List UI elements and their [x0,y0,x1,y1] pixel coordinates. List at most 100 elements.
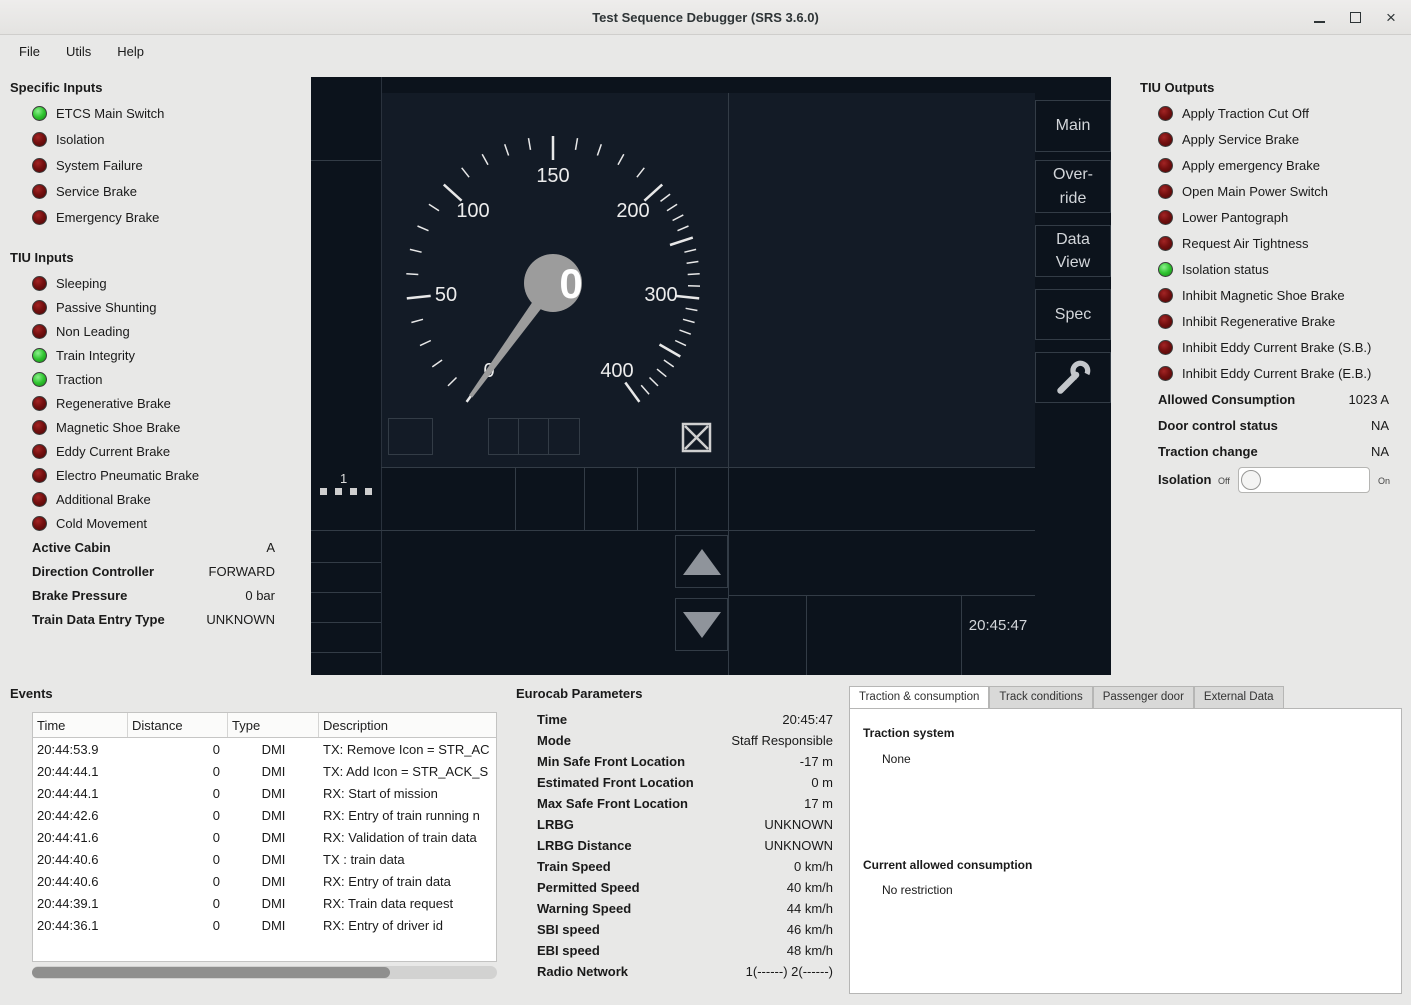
led-label: Magnetic Shoe Brake [56,420,180,435]
input-row[interactable]: Magnetic Shoe Brake [32,417,180,437]
input-row[interactable]: Electro Pneumatic Brake [32,465,199,485]
input-row[interactable]: Passive Shunting [32,297,156,317]
input-row[interactable]: System Failure [32,155,143,175]
input-row[interactable]: Isolation [32,129,104,149]
input-row[interactable]: Additional Brake [32,489,151,509]
field-value: FORWARD [209,564,275,579]
field-row-active-cabin: Active CabinA [32,537,275,557]
input-row[interactable]: Emergency Brake [32,207,159,227]
input-row[interactable]: Eddy Current Brake [32,441,170,461]
eurocab-row: Time20:45:47 [537,709,833,730]
param-label: EBI speed [537,943,600,958]
isolation-switch[interactable] [1238,467,1370,493]
led-label: Inhibit Magnetic Shoe Brake [1182,288,1345,303]
input-row[interactable]: Sleeping [32,273,107,293]
menu-file[interactable]: File [10,40,49,63]
event-row[interactable]: 20:44:40.60DMIRX: Entry of train data [33,870,496,892]
event-distance: 0 [128,808,228,823]
led-label: Apply Traction Cut Off [1182,106,1309,121]
event-row[interactable]: 20:44:39.10DMIRX: Train data request [33,892,496,914]
input-row[interactable]: Train Integrity [32,345,135,365]
field-value: 0 bar [245,588,275,603]
dmi-button-settings[interactable] [1035,352,1111,403]
dmi-grid-line [381,467,1035,468]
scrollbar-thumb[interactable] [32,967,390,978]
field-value: UNKNOWN [206,612,275,627]
column-header-distance[interactable]: Distance [128,713,228,737]
event-row[interactable]: 20:44:42.60DMIRX: Entry of train running… [33,804,496,826]
column-header-time[interactable]: Time [33,713,128,737]
led-label: Request Air Tightness [1182,236,1308,251]
events-horizontal-scrollbar[interactable] [32,966,497,979]
eurocab-row: Radio Network1(------) 2(------) [537,961,833,982]
level-indicator-square [350,488,357,495]
eurocab-row: EBI speed48 km/h [537,940,833,961]
menu-utils[interactable]: Utils [57,40,100,63]
close-button[interactable]: × [1379,6,1403,30]
dmi-button-override[interactable]: Over- ride [1035,160,1111,213]
event-type: DMI [228,874,319,889]
led-indicator [32,468,47,483]
event-row[interactable]: 20:44:44.10DMITX: Add Icon = STR_ACK_S [33,760,496,782]
param-value: 40 km/h [787,880,833,895]
event-row[interactable]: 20:44:53.90DMITX: Remove Icon = STR_AC [33,738,496,760]
param-label: Estimated Front Location [537,775,694,790]
led-indicator [1158,314,1173,329]
tab-track-conditions[interactable]: Track conditions [989,686,1092,708]
maximize-icon [1350,12,1361,23]
event-row[interactable]: 20:44:44.10DMIRX: Start of mission [33,782,496,804]
arrow-up-icon [683,549,721,575]
event-time: 20:44:39.1 [33,896,128,911]
event-description: TX: Add Icon = STR_ACK_S [319,764,492,779]
menu-help[interactable]: Help [108,40,153,63]
tab-passenger-door[interactable]: Passenger door [1093,686,1194,708]
event-description: TX : train data [319,852,492,867]
led-label: Inhibit Eddy Current Brake (S.B.) [1182,340,1371,355]
event-description: RX: Entry of train data [319,874,492,889]
scroll-down-button[interactable] [675,598,728,651]
minimize-button[interactable] [1307,6,1331,30]
event-description: RX: Train data request [319,896,492,911]
dmi-button-main[interactable]: Main [1035,100,1111,152]
event-row[interactable]: 20:44:41.60DMIRX: Validation of train da… [33,826,496,848]
input-row[interactable]: Service Brake [32,181,137,201]
maximize-button[interactable] [1343,6,1367,30]
input-row[interactable]: Traction [32,369,102,389]
event-row[interactable]: 20:44:36.10DMIRX: Entry of driver id [33,914,496,936]
arrow-down-icon [683,612,721,638]
dmi-button-spec[interactable]: Spec [1035,289,1111,340]
isolation-label: Isolation [1158,472,1211,487]
event-row[interactable]: 20:44:40.60DMITX : train data [33,848,496,870]
notebook-body: Traction system None Current allowed con… [849,708,1402,994]
param-label: Train Speed [537,859,611,874]
field-row-door-control: Door control statusNA [1158,415,1389,435]
events-header: Time Distance Type Description [33,713,496,738]
input-row[interactable]: Regenerative Brake [32,393,171,413]
field-value: NA [1371,444,1389,459]
tab-traction-consumption[interactable]: Traction & consumption [849,686,989,708]
led-label: Eddy Current Brake [56,444,170,459]
output-row: Request Air Tightness [1158,233,1308,253]
isolation-switch-knob[interactable] [1241,470,1261,490]
input-row[interactable]: Cold Movement [32,513,147,533]
led-indicator [1158,210,1173,225]
column-header-description[interactable]: Description [319,713,492,737]
led-label: Electro Pneumatic Brake [56,468,199,483]
param-label: LRBG Distance [537,838,632,853]
dmi-button-data-view[interactable]: Data View [1035,225,1111,277]
field-row-brake-pressure: Brake Pressure0 bar [32,585,275,605]
scroll-up-button[interactable] [675,535,728,588]
led-label: Additional Brake [56,492,151,507]
led-label: Apply Service Brake [1182,132,1299,147]
led-label: Passive Shunting [56,300,156,315]
input-row[interactable]: ETCS Main Switch [32,103,164,123]
crossed-box-icon [681,422,712,453]
tab-external-data[interactable]: External Data [1194,686,1284,708]
led-indicator [32,106,47,121]
led-indicator [1158,236,1173,251]
column-header-type[interactable]: Type [228,713,319,737]
param-label: Mode [537,733,571,748]
tiu-inputs-title: TIU Inputs [10,250,74,265]
field-label: Door control status [1158,418,1278,433]
input-row[interactable]: Non Leading [32,321,130,341]
